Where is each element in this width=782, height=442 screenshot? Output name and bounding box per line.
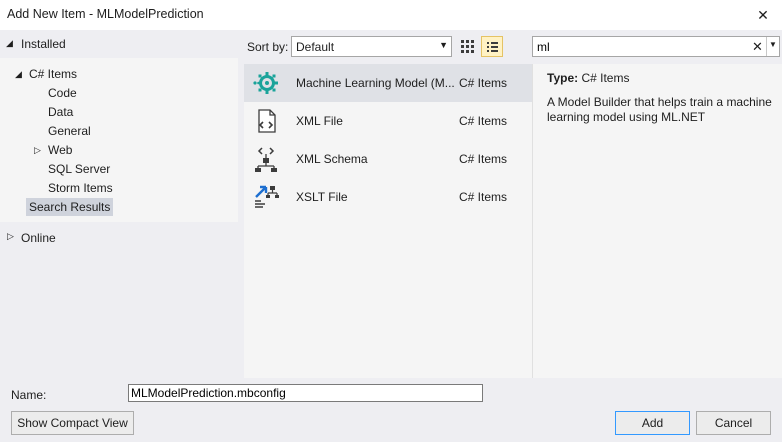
cancel-button[interactable]: Cancel (696, 411, 771, 435)
show-compact-view-button[interactable]: Show Compact View (11, 411, 134, 435)
search-box: ✕ ▼ (532, 36, 780, 57)
tree-node-general[interactable]: General (48, 122, 91, 140)
xml-schema-icon (255, 147, 277, 172)
template-row-ml-model[interactable]: Machine Learning Model (M... C# Items (244, 64, 532, 102)
type-label: Type: (547, 71, 579, 85)
details-description: A Model Builder that helps train a machi… (547, 95, 772, 124)
installed-label: Installed (21, 37, 66, 51)
add-button[interactable]: Add (615, 411, 690, 435)
category-panel: ◢ Installed ◢ C# Items Code Data General… (0, 30, 238, 378)
collapse-arrow-icon: ◢ (6, 38, 13, 48)
template-name: XSLT File (296, 190, 348, 204)
tree-node-web[interactable]: Web (48, 141, 72, 159)
search-divider (766, 37, 767, 56)
type-value: C# Items (581, 71, 630, 85)
details-type: Type: C# Items (547, 71, 629, 85)
template-row-xslt-file[interactable]: XSLT File C# Items (244, 178, 532, 216)
xml-file-icon (258, 109, 276, 133)
details-panel: Type: C# Items A Model Builder that help… (532, 64, 782, 378)
template-row-xml-file[interactable]: XML File C# Items (244, 102, 532, 140)
template-language: C# Items (459, 76, 508, 90)
title-bar: Add New Item - MLModelPrediction ✕ (0, 0, 782, 30)
tree-node-search-results[interactable]: Search Results (26, 198, 114, 216)
search-input[interactable] (537, 39, 747, 55)
template-language: C# Items (459, 152, 508, 166)
collapsed-arrow-icon[interactable]: ▷ (34, 141, 41, 159)
template-list: Machine Learning Model (M... C# Items XM… (244, 64, 532, 378)
sort-by-select[interactable]: Default ▼ (291, 36, 452, 57)
window-title: Add New Item - MLModelPrediction (7, 7, 204, 21)
clear-search-icon[interactable]: ✕ (752, 39, 763, 55)
tree-node-data[interactable]: Data (48, 103, 73, 121)
ml-model-icon (253, 72, 278, 94)
tree-node-sql-server[interactable]: SQL Server (48, 160, 110, 178)
template-language: C# Items (459, 190, 508, 204)
template-language: C# Items (459, 114, 508, 128)
expanded-arrow-icon[interactable]: ◢ (15, 65, 22, 83)
xslt-file-icon (255, 185, 279, 208)
grid-view-icon[interactable] (459, 38, 477, 56)
template-row-xml-schema[interactable]: XML Schema C# Items (244, 140, 532, 178)
template-name: XML Schema (296, 152, 368, 166)
name-label: Name: (11, 388, 47, 402)
template-name: XML File (296, 114, 343, 128)
sort-by-label: Sort by: (247, 40, 289, 54)
chevron-down-icon: ▼ (439, 40, 448, 50)
search-dropdown-icon[interactable]: ▼ (769, 40, 777, 49)
online-label: Online (21, 231, 56, 245)
tree-node-csharp-items[interactable]: C# Items (29, 65, 77, 83)
close-icon[interactable]: ✕ (750, 3, 776, 27)
tree-node-code[interactable]: Code (48, 84, 77, 102)
bottom-bar: Name: Show Compact View Add Cancel (0, 378, 782, 442)
category-tree: ◢ C# Items Code Data General ▷ Web SQL S… (0, 58, 238, 222)
template-name: Machine Learning Model (M... (296, 76, 455, 90)
sort-by-value: Default (296, 40, 335, 54)
tree-node-storm-items[interactable]: Storm Items (48, 179, 113, 197)
name-field[interactable] (128, 384, 483, 402)
installed-header[interactable]: ◢ Installed (0, 35, 238, 55)
expand-arrow-icon: ▷ (7, 231, 14, 241)
list-view-icon[interactable] (481, 36, 503, 57)
online-header[interactable]: ▷ Online (0, 228, 238, 248)
